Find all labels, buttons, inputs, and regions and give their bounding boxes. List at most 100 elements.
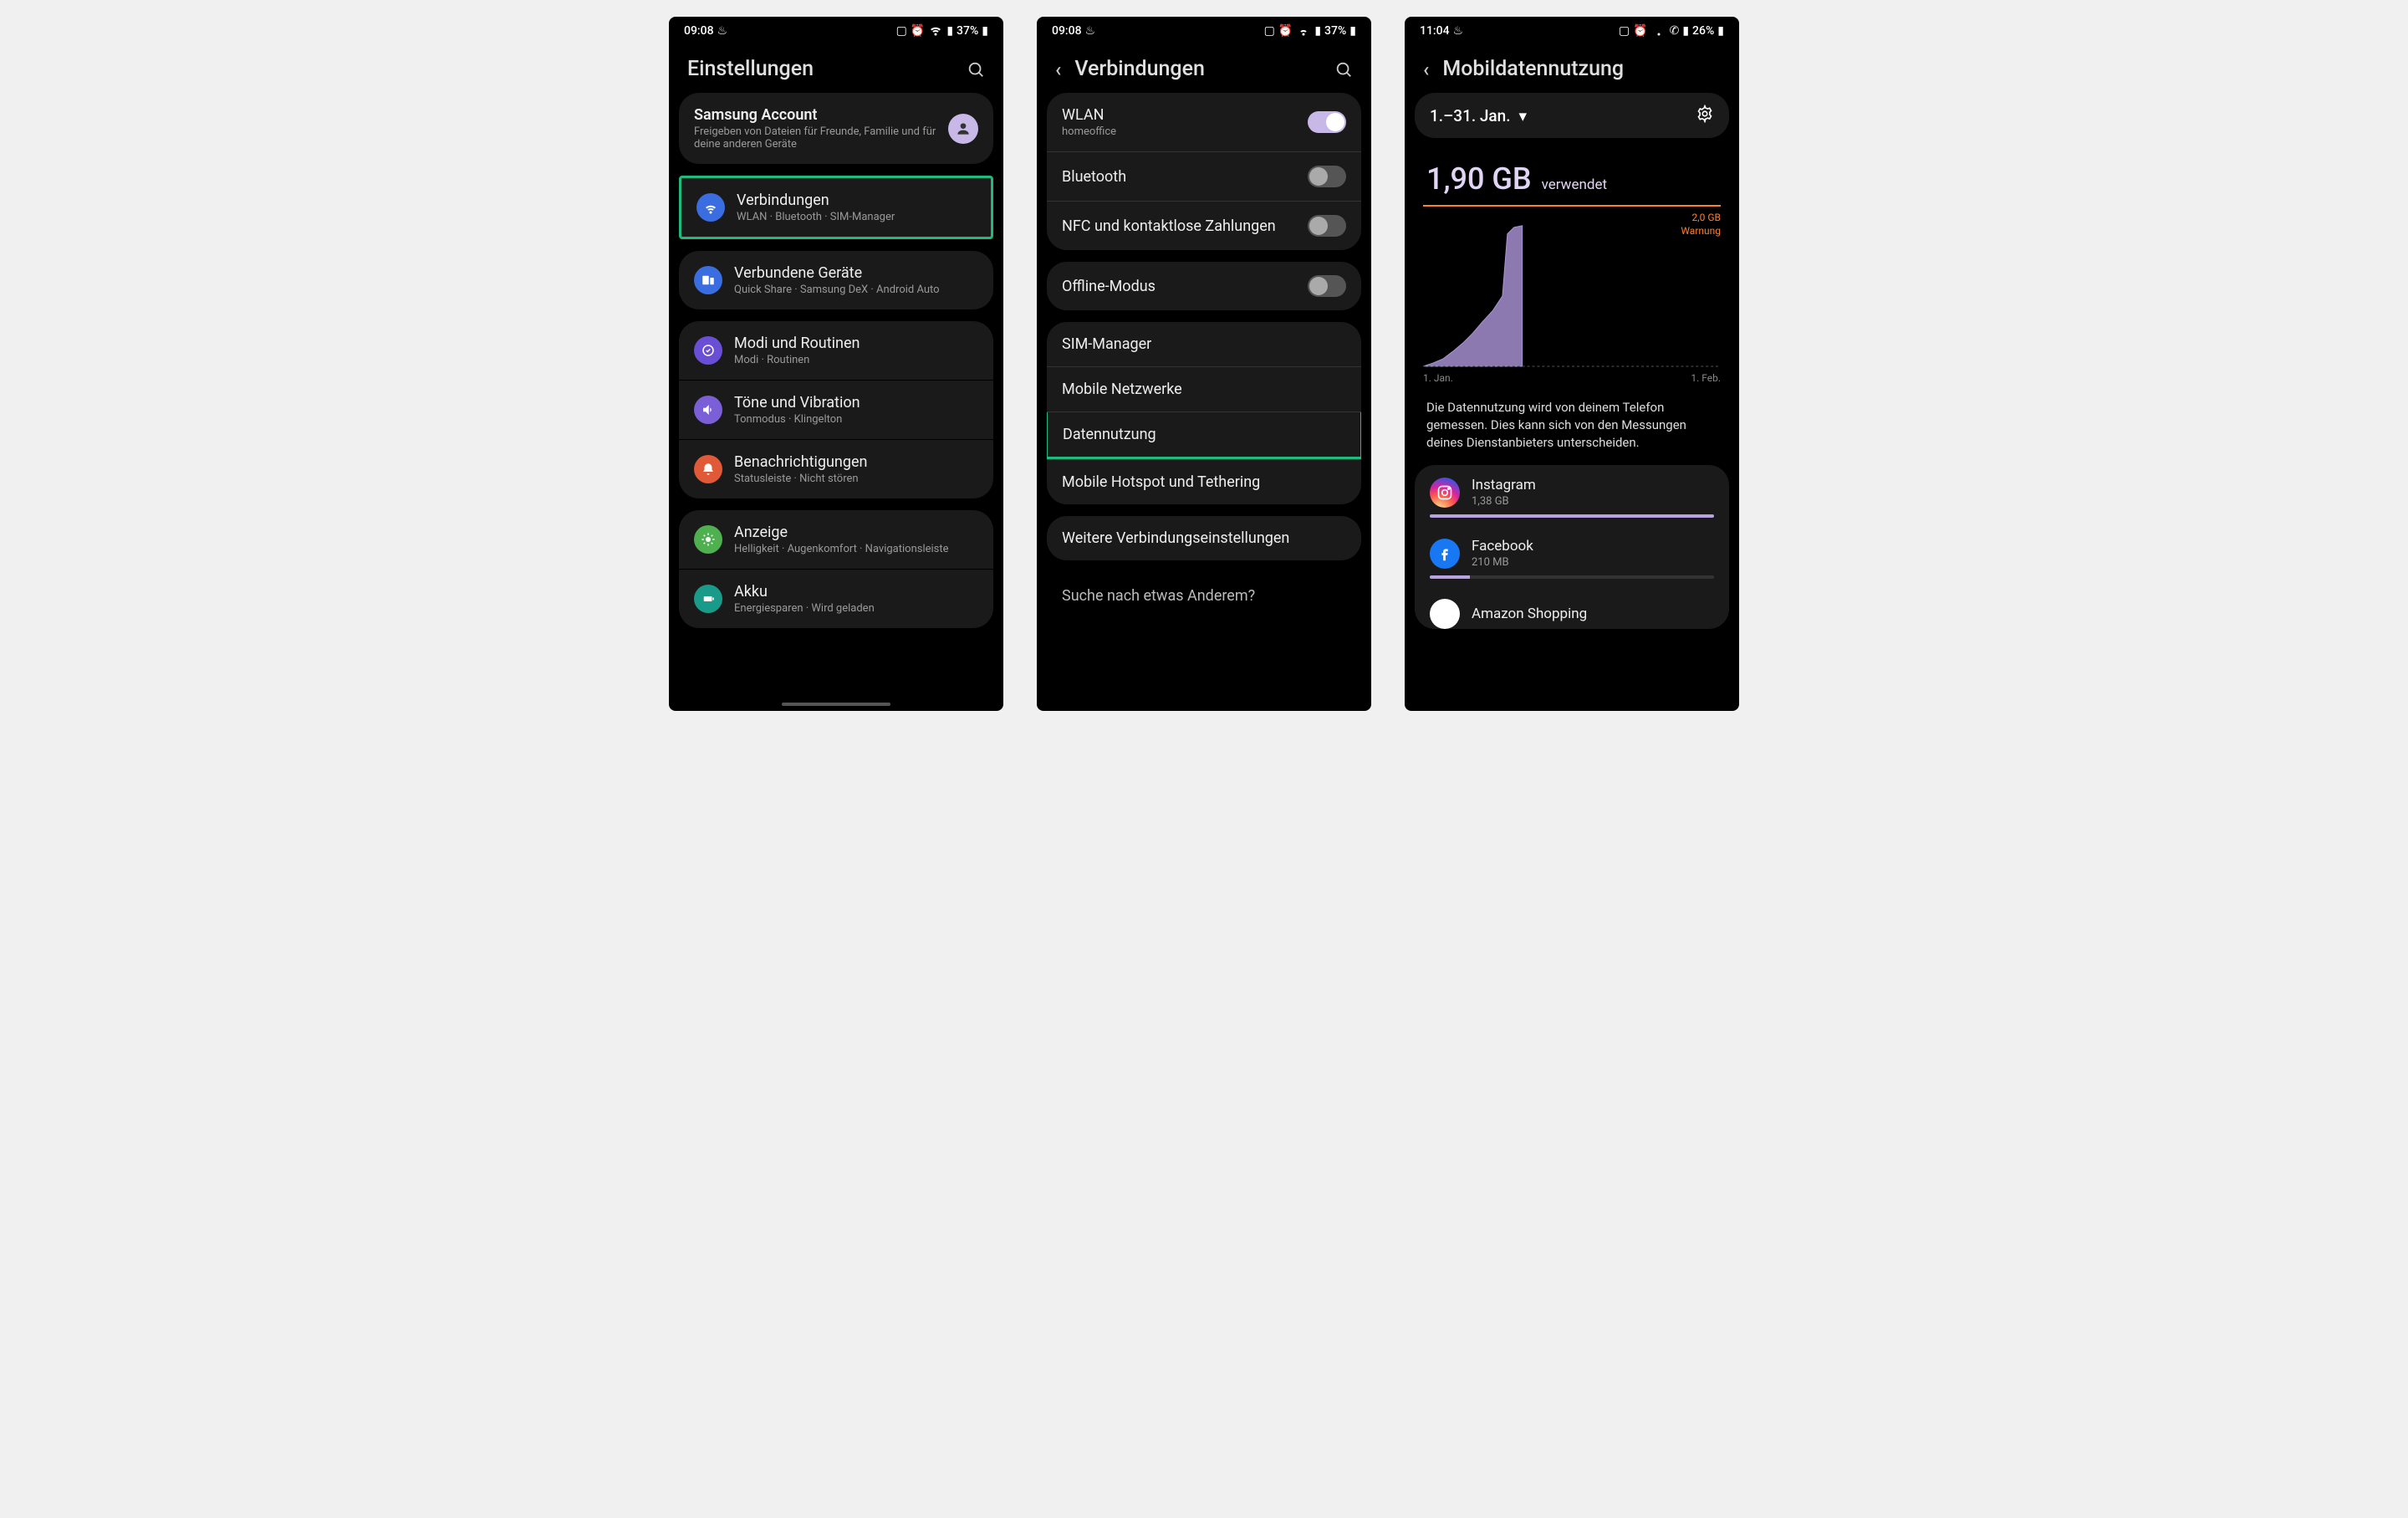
- settings-item-verbindungen[interactable]: Verbindungen WLAN · Bluetooth · SIM-Mana…: [681, 178, 991, 237]
- item-sub: WLAN · Bluetooth · SIM-Manager: [737, 211, 976, 223]
- conn-item-mobile-netzwerke[interactable]: Mobile Netzwerke: [1047, 366, 1361, 411]
- usage-area-chart: [1423, 217, 1721, 367]
- home-indicator[interactable]: [782, 703, 890, 706]
- title-row: ‹ Verbindungen: [1037, 42, 1371, 93]
- date-range-label: 1.–31. Jan.: [1430, 106, 1511, 125]
- app-amount: 210 MB: [1472, 556, 1714, 569]
- settings-item-verbundene[interactable]: Verbundene Geräte Quick Share · Samsung …: [679, 251, 993, 309]
- avatar-icon: [948, 114, 978, 144]
- item-title: Offline-Modus: [1062, 278, 1156, 295]
- item-title: WLAN: [1062, 106, 1116, 124]
- sound-icon: [694, 396, 722, 424]
- search-icon[interactable]: [967, 60, 985, 79]
- alarm-icon: ⏰: [911, 24, 925, 38]
- status-battery: 37%: [957, 24, 978, 38]
- battery-icon: ▮: [1349, 24, 1356, 38]
- page-title: Mobildatennutzung: [1442, 57, 1624, 81]
- app-row-facebook[interactable]: Facebook 210 MB: [1415, 526, 1729, 575]
- conn-item-wlan[interactable]: WLAN homeoffice: [1047, 93, 1361, 151]
- date-range-selector[interactable]: 1.–31. Jan. ▾: [1430, 106, 1527, 125]
- connected-devices-card: Verbundene Geräte Quick Share · Samsung …: [679, 251, 993, 309]
- item-title: Verbindungen: [737, 192, 976, 209]
- conn-item-bluetooth[interactable]: Bluetooth: [1047, 151, 1361, 201]
- settings-card-2: Modi und Routinen Modi · Routinen Töne u…: [679, 321, 993, 498]
- account-card[interactable]: Samsung Account Freigeben von Dateien fü…: [679, 93, 993, 164]
- status-bar: 09:08 ♨ ▢ ⏰ ▮ 37% ▮: [669, 17, 1003, 42]
- title-row: Einstellungen: [669, 42, 1003, 93]
- axis-start: 1. Jan.: [1423, 372, 1453, 384]
- item-sub: Energiesparen · Wird geladen: [734, 602, 978, 615]
- back-button[interactable]: ‹: [1423, 58, 1429, 81]
- page-title: Verbindungen: [1074, 57, 1205, 81]
- conn-item-nfc[interactable]: NFC und kontaktlose Zahlungen: [1047, 201, 1361, 250]
- chevron-down-icon: ▾: [1519, 106, 1528, 125]
- search-other-prompt[interactable]: Suche nach etwas Anderem?: [1047, 572, 1361, 620]
- item-sub: Tonmodus · Klingelton: [734, 413, 978, 426]
- connections-card: Verbindungen WLAN · Bluetooth · SIM-Mana…: [679, 176, 993, 239]
- warning-amount: 2,0 GB: [1681, 212, 1721, 225]
- item-title: Benachrichtigungen: [734, 453, 978, 471]
- conn-item-offline[interactable]: Offline-Modus: [1047, 262, 1361, 310]
- settings-item-akku[interactable]: Akku Energiesparen · Wird geladen: [679, 569, 993, 628]
- battery-icon: ▮: [1717, 24, 1724, 38]
- account-title: Samsung Account: [694, 106, 936, 124]
- status-battery: 37%: [1324, 24, 1346, 38]
- item-title: Akku: [734, 583, 978, 601]
- item-sub: Helligkeit · Augenkomfort · Navigationsl…: [734, 543, 978, 555]
- wifi-s-icon: [1651, 22, 1666, 40]
- phone-connections: 09:08 ♨ ▢ ⏰ ▮ 37% ▮ ‹ Verbindungen WLAN: [1037, 17, 1371, 711]
- conn-item-weitere[interactable]: Weitere Verbindungseinstellungen: [1047, 516, 1361, 560]
- amazon-icon: [1430, 599, 1460, 629]
- nfc-toggle[interactable]: [1308, 215, 1346, 237]
- bluetooth-toggle[interactable]: [1308, 166, 1346, 187]
- conn-item-datennutzung[interactable]: Datennutzung: [1047, 411, 1361, 459]
- page-title: Einstellungen: [687, 57, 814, 81]
- item-title: SIM-Manager: [1062, 335, 1151, 353]
- app-name: Facebook: [1472, 538, 1714, 555]
- offline-toggle[interactable]: [1308, 275, 1346, 297]
- settings-item-toene[interactable]: Töne und Vibration Tonmodus · Klingelton: [679, 380, 993, 439]
- settings-item-modi[interactable]: Modi und Routinen Modi · Routinen: [679, 321, 993, 380]
- app-row-amazon[interactable]: Amazon Shopping: [1415, 587, 1729, 629]
- card-icon: ▢: [1264, 24, 1275, 38]
- item-title: Töne und Vibration: [734, 394, 978, 411]
- signal-icon: ▮: [946, 24, 953, 38]
- item-title: Bluetooth: [1062, 168, 1126, 186]
- back-button[interactable]: ‹: [1055, 58, 1061, 81]
- warning-label: 2,0 GB Warnung: [1681, 212, 1721, 238]
- conn-item-sim[interactable]: SIM-Manager: [1047, 322, 1361, 366]
- notifications-icon: [694, 455, 722, 483]
- modes-icon: [694, 336, 722, 365]
- item-sub: Modi · Routinen: [734, 354, 978, 366]
- app-bar-instagram: [1415, 514, 1729, 526]
- display-icon: [694, 525, 722, 554]
- app-name: Amazon Shopping: [1472, 606, 1714, 622]
- item-title: Mobile Netzwerke: [1062, 381, 1182, 398]
- axis-end: 1. Feb.: [1691, 372, 1721, 384]
- conn-card-2: Offline-Modus: [1047, 262, 1361, 310]
- title-row: ‹ Mobildatennutzung: [1405, 42, 1739, 93]
- wlan-toggle[interactable]: [1308, 111, 1346, 133]
- conn-card-4: Weitere Verbindungseinstellungen: [1047, 516, 1361, 560]
- item-title: Modi und Routinen: [734, 335, 978, 352]
- settings-item-benachrichtigungen[interactable]: Benachrichtigungen Statusleiste · Nicht …: [679, 439, 993, 498]
- app-name: Instagram: [1472, 477, 1714, 493]
- app-amount: 1,38 GB: [1472, 495, 1714, 508]
- connections-content: WLAN homeoffice Bluetooth NFC und kontak…: [1037, 93, 1371, 711]
- wifi-icon: [928, 22, 943, 40]
- settings-item-anzeige[interactable]: Anzeige Helligkeit · Augenkomfort · Navi…: [679, 510, 993, 569]
- conn-card-1: WLAN homeoffice Bluetooth NFC und kontak…: [1047, 93, 1361, 250]
- usage-chart: 2,0 GB Warnung 1. Jan. 1. Feb.: [1423, 207, 1721, 392]
- item-title: NFC und kontaktlose Zahlungen: [1062, 217, 1276, 235]
- conn-item-hotspot[interactable]: Mobile Hotspot und Tethering: [1047, 459, 1361, 504]
- phone-icon: ✆: [1670, 24, 1680, 38]
- status-bar: 11:04 ♨ ▢ ⏰ ✆ ▮ 26% ▮: [1405, 17, 1739, 42]
- settings-gear-button[interactable]: [1696, 105, 1714, 126]
- search-icon[interactable]: [1334, 60, 1353, 79]
- warning-text: Warnung: [1681, 225, 1721, 238]
- app-row-instagram[interactable]: Instagram 1,38 GB: [1415, 465, 1729, 514]
- usage-label: verwendet: [1542, 176, 1607, 193]
- item-title: Mobile Hotspot und Tethering: [1062, 473, 1260, 491]
- streak-icon: ♨: [717, 24, 728, 38]
- date-range-card: 1.–31. Jan. ▾: [1415, 93, 1729, 138]
